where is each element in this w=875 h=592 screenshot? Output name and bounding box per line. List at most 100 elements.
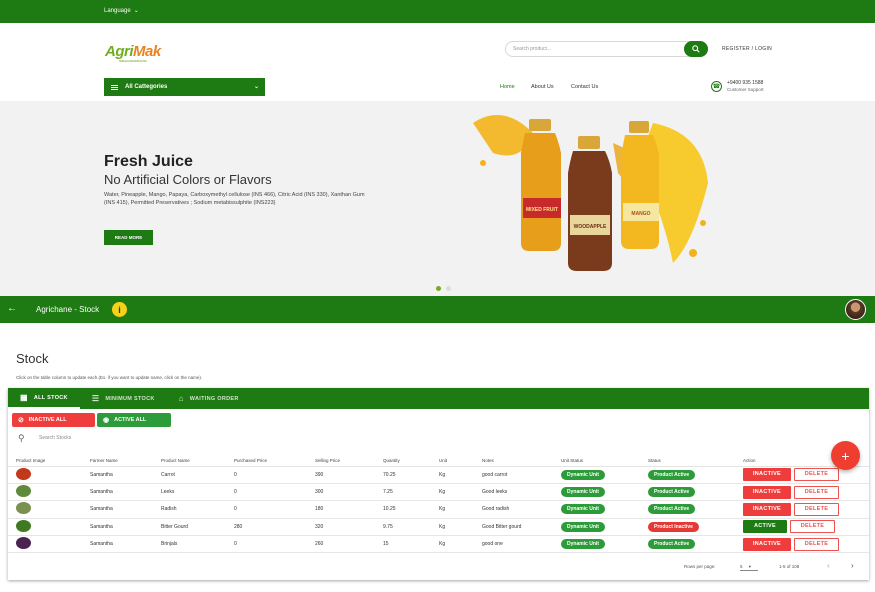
unit-status-cell: Dynamic Unit (561, 518, 648, 537)
delete-button[interactable]: DELETE (794, 485, 839, 499)
product-name-cell[interactable]: Carrot (161, 466, 234, 484)
unit-cell[interactable]: Kg (439, 518, 482, 537)
hero-subtitle: No Artificial Colors or Flavors (104, 172, 272, 187)
unit-status-cell: Dynamic Unit (561, 466, 648, 484)
carousel-dots[interactable] (436, 286, 451, 291)
unit-cell[interactable]: Kg (439, 466, 482, 484)
notes-cell[interactable]: good carrot (482, 466, 561, 484)
avatar[interactable] (845, 299, 866, 320)
selling-price-cell[interactable]: 320 (315, 518, 383, 537)
product-search[interactable]: Search product... (505, 41, 708, 57)
register-login-link[interactable]: REGISTER / LOGIN (722, 46, 772, 52)
table-row[interactable]: Samantha Bitter Gourd 280 320 9.75 Kg Good Bit… (8, 518, 869, 537)
rows-per-page-select[interactable]: 5 ▾ (740, 564, 758, 571)
col-product-image[interactable]: Product Image (8, 456, 90, 467)
prev-page-icon[interactable]: ‹ (827, 561, 830, 570)
col-status[interactable]: Status (648, 456, 743, 467)
tab-all-stock[interactable]: ▦ ALL STOCK (8, 388, 80, 409)
delete-button[interactable]: DELETE (794, 502, 839, 516)
table-row[interactable]: Samantha Carrot 0 390 70.25 Kg good carrot Dyna… (8, 466, 869, 484)
farmer-cell[interactable]: Samantha (90, 483, 161, 502)
support-phone: +9400 935 1588 (727, 80, 764, 86)
purchased-price-cell[interactable]: 280 (234, 518, 315, 537)
col-quantity[interactable]: Quantity (383, 456, 439, 467)
selling-price-cell[interactable]: 390 (315, 466, 383, 484)
table-row[interactable]: Samantha Brinjals 0 260 15 Kg good one Dynamic … (8, 535, 869, 554)
farmer-cell[interactable]: Samantha (90, 466, 161, 484)
status-cell: Product Active (648, 535, 743, 554)
quantity-cell[interactable]: 15 (383, 535, 439, 554)
add-stock-button[interactable]: + (831, 441, 860, 470)
delete-button[interactable]: DELETE (794, 468, 839, 482)
purchased-price-cell[interactable]: 0 (234, 466, 315, 484)
search-input[interactable]: Search product... (513, 46, 551, 52)
toggle-status-button[interactable]: INACTIVE (743, 502, 791, 516)
next-page-icon[interactable]: › (851, 561, 854, 570)
col-farmer-name[interactable]: Farmer Name (90, 456, 161, 467)
carousel-dot[interactable] (436, 286, 441, 291)
notes-cell[interactable]: Good Bitter gourd (482, 518, 561, 537)
product-name-cell[interactable]: Brinjals (161, 535, 234, 554)
table-row[interactable]: Samantha Radish 0 180 10.25 Kg Good radish Dyna… (8, 500, 869, 519)
unit-cell[interactable]: Kg (439, 500, 482, 519)
status-cell: Product Inactive (648, 518, 743, 537)
unit-cell[interactable]: Kg (439, 535, 482, 554)
search-button[interactable] (684, 41, 708, 57)
product-name-cell[interactable]: Leeks (161, 483, 234, 502)
info-icon[interactable]: i (112, 302, 127, 317)
tab-minimum-stock[interactable]: ☰ MINIMUM STOCK (80, 388, 167, 409)
farmer-cell[interactable]: Samantha (90, 518, 161, 537)
unit-cell[interactable]: Kg (439, 483, 482, 502)
brand-logo[interactable]: AgriMak FRESH & ORGANIC FOOD (105, 43, 161, 63)
col-selling-price[interactable]: Selling Price (315, 456, 383, 467)
read-more-button[interactable]: READ MORE (104, 230, 153, 245)
nav-home[interactable]: Home (500, 84, 515, 90)
farmer-cell[interactable]: Samantha (90, 500, 161, 519)
store-icon: ▦ (20, 393, 28, 402)
carousel-dot[interactable] (446, 286, 451, 291)
farmer-cell[interactable]: Samantha (90, 535, 161, 554)
col-unit[interactable]: Unit (439, 456, 482, 467)
toggle-status-button[interactable]: INACTIVE (743, 485, 791, 499)
col-unit-status[interactable]: Unit Status (561, 456, 648, 467)
product-image (16, 467, 31, 480)
purchased-price-cell[interactable]: 0 (234, 535, 315, 554)
table-row[interactable]: Samantha Leeks 0 300 7.25 Kg Good leeks Dynamic… (8, 483, 869, 502)
quantity-cell[interactable]: 7.25 (383, 483, 439, 502)
support-label: Customer Support (727, 87, 764, 92)
tab-waiting-order[interactable]: ⌂ WAITING ORDER (167, 388, 251, 409)
quantity-cell[interactable]: 10.25 (383, 500, 439, 519)
nav-contact-us[interactable]: Contact Us (571, 84, 598, 90)
nav-about-us[interactable]: About Us (531, 84, 554, 90)
selling-price-cell[interactable]: 260 (315, 535, 383, 554)
delete-button[interactable]: DELETE (790, 520, 835, 534)
language-selector[interactable]: Language ⌄ (104, 7, 139, 15)
purchased-price-cell[interactable]: 0 (234, 500, 315, 519)
all-categories-button[interactable]: All Cattegories ⌄ (104, 78, 265, 96)
unit-status-badge: Dynamic Unit (561, 539, 605, 550)
stock-search-input[interactable]: Search Stocks (39, 435, 71, 441)
quantity-cell[interactable]: 9.75 (383, 518, 439, 537)
delete-button[interactable]: DELETE (794, 537, 839, 551)
col-notes[interactable]: Notes (482, 456, 561, 467)
back-arrow-icon[interactable]: ← (7, 303, 17, 314)
product-name-cell[interactable]: Bitter Gourd (161, 518, 234, 537)
selling-price-cell[interactable]: 180 (315, 500, 383, 519)
col-product-name[interactable]: Product Name (161, 456, 234, 467)
notes-cell[interactable]: Good leeks (482, 483, 561, 502)
col-purchased-price[interactable]: Purchased Price (234, 456, 315, 467)
notes-cell[interactable]: Good radish (482, 500, 561, 519)
notes-cell[interactable]: good one (482, 535, 561, 554)
inactive-all-button[interactable]: ⊘ INACTIVE ALL (12, 413, 95, 427)
rows-per-page-value: 5 (740, 564, 743, 569)
selling-price-cell[interactable]: 300 (315, 483, 383, 502)
warehouse-icon: ⌂ (178, 394, 184, 403)
toggle-status-button[interactable]: INACTIVE (743, 537, 791, 551)
purchased-price-cell[interactable]: 0 (234, 483, 315, 502)
toggle-status-button[interactable]: INACTIVE (743, 468, 791, 482)
quantity-cell[interactable]: 70.25 (383, 466, 439, 484)
toggle-status-button[interactable]: ACTIVE (743, 520, 787, 534)
product-name-cell[interactable]: Radish (161, 500, 234, 519)
active-all-button[interactable]: ◉ ACTIVE ALL (97, 413, 171, 427)
action-cell: ACTIVE DELETE (743, 518, 869, 537)
